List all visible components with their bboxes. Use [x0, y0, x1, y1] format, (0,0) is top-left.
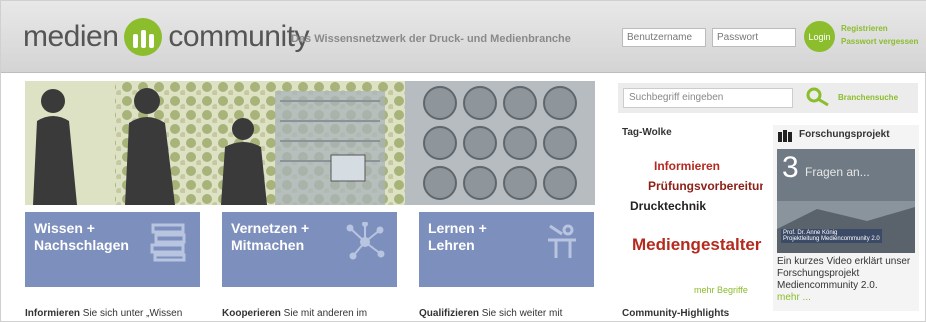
nav-box-title: Vernetzen + Mitmachen: [231, 220, 310, 253]
password-field[interactable]: Passwort: [712, 28, 796, 47]
nav-box-title: Wissen + Nachschlagen: [34, 220, 129, 253]
header-bar: medien community Das Wissensnetzwerk der…: [1, 1, 926, 73]
search-input[interactable]: Suchbegriff eingeben: [623, 88, 793, 108]
community-people-icon: [778, 130, 792, 142]
forgot-password-link[interactable]: Passwort vergessen: [841, 37, 918, 46]
community-people-icon: [124, 18, 163, 56]
tag-cloud-more-link[interactable]: mehr Begriffe: [694, 285, 748, 295]
hero-illustration: [25, 81, 595, 205]
video-credit: Prof. Dr. Anne König Projektleitung Medie…: [781, 229, 882, 243]
sidebar-search-box: Suchbegriff eingeben Branchensuche: [618, 83, 918, 113]
teacher-desk-icon: [548, 224, 576, 258]
research-project-title: Forschungsprojekt: [799, 129, 890, 140]
books-icon: [150, 223, 186, 262]
register-link[interactable]: Registrieren: [841, 24, 888, 33]
intro-text-wissen: Informieren Sie sich unter „Wissen: [25, 308, 183, 319]
nav-box-lernen[interactable]: Lernen + Lehren: [419, 212, 594, 287]
nav-box-vernetzen[interactable]: Vernetzen + Mitmachen: [222, 212, 397, 287]
site-tagline: Das Wissensnetzwerk der Druck- und Medie…: [291, 33, 571, 45]
nav-box-title: Lernen + Lehren: [428, 220, 487, 253]
login-button[interactable]: Login: [804, 21, 835, 52]
intro-text-vernetzen: Kooperieren Sie mit anderen im: [222, 308, 368, 319]
logo-text-right: community: [168, 20, 309, 53]
research-description: Ein kurzes Video erklärt unser Forschung…: [777, 256, 917, 304]
tag-link[interactable]: Prüfungsvorbereitung: [648, 179, 763, 193]
research-video-thumbnail[interactable]: 3 Fragen an... Prof. Dr. Anne König Proje…: [777, 149, 915, 253]
network-icon: [346, 222, 385, 260]
tag-cloud: Informieren Prüfungsvorbereitung Druckte…: [622, 143, 763, 293]
site-logo[interactable]: medien community: [23, 17, 309, 57]
username-field[interactable]: Benutzername: [622, 28, 706, 47]
tag-link[interactable]: Drucktechnik: [630, 199, 706, 213]
page: medien community Das Wissensnetzwerk der…: [0, 0, 926, 322]
logo-text-left: medien: [23, 20, 119, 53]
video-number: 3: [782, 151, 799, 184]
nav-box-wissen[interactable]: Wissen + Nachschlagen: [25, 212, 200, 287]
research-more-link[interactable]: mehr ...: [777, 292, 917, 304]
tag-cloud-title: Tag-Wolke: [622, 127, 672, 138]
hero-banner-image: [25, 81, 595, 205]
search-icon[interactable]: [806, 87, 830, 107]
tag-link[interactable]: Mediengestalter: [632, 235, 761, 255]
intro-text-lernen: Qualifizieren Sie sich weiter mit: [419, 308, 563, 319]
branch-search-link[interactable]: Branchensuche: [838, 93, 898, 102]
video-caption: Fragen an...: [805, 165, 870, 179]
tag-link[interactable]: Informieren: [654, 159, 720, 173]
community-highlights-title: Community-Highlights: [622, 308, 730, 319]
